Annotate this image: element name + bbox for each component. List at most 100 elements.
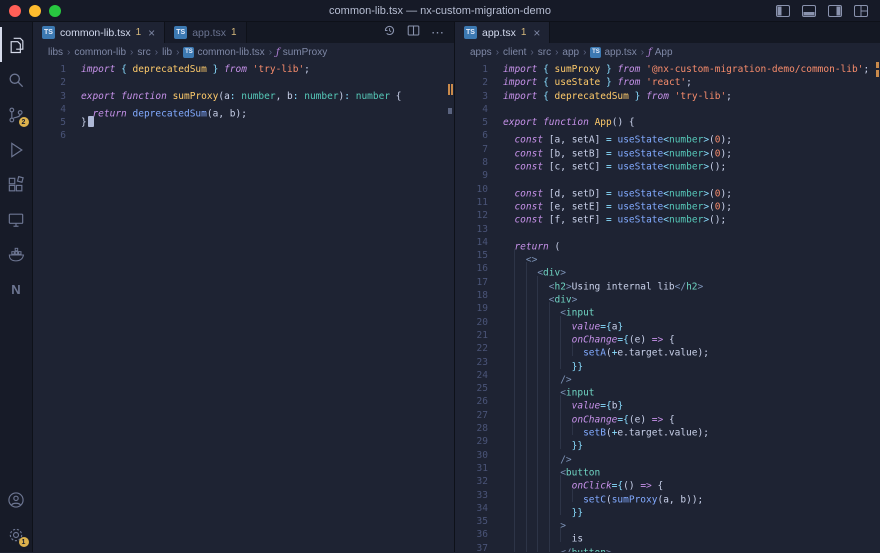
close-icon[interactable]: ×: [148, 27, 155, 39]
code-line: 16<div>: [455, 262, 880, 275]
accounts-icon[interactable]: [0, 482, 33, 517]
indent-guide: [549, 475, 560, 488]
code-line: 5export function App() {: [455, 116, 880, 129]
indent-guide: [514, 249, 525, 262]
code-line: 26value={b}: [455, 395, 880, 408]
indent-guide: [514, 382, 525, 395]
source-control-icon[interactable]: 2: [0, 97, 33, 132]
breadcrumb-item-common-lib.tsx[interactable]: TScommon-lib.tsx: [183, 47, 264, 58]
indent-guide: [503, 475, 514, 488]
breadcrumb-label: libs: [48, 47, 63, 58]
nx-console-icon[interactable]: N: [0, 272, 33, 307]
indent-guide: [503, 249, 514, 262]
indent-guide: [549, 302, 560, 315]
search-icon[interactable]: [0, 62, 33, 97]
close-window-button[interactable]: [9, 5, 21, 17]
text-cursor: [88, 116, 94, 127]
line-number: 3: [33, 90, 81, 103]
code-line: 20value={a}: [455, 316, 880, 329]
minimize-window-button[interactable]: [29, 5, 41, 17]
toggle-secondary-sidebar-icon[interactable]: [828, 5, 842, 17]
activity-bar: 2 N: [0, 22, 33, 552]
breadcrumb-item-lib[interactable]: lib: [162, 47, 172, 58]
indent-guide: [560, 475, 571, 488]
breadcrumb-item-App[interactable]: ƒApp: [648, 47, 673, 58]
indent-guide: [537, 475, 548, 488]
indent-guide: [514, 289, 525, 302]
code-editor[interactable]: 1import { deprecatedSum } from 'try-lib'…: [33, 61, 454, 552]
breadcrumb-label: lib: [162, 47, 172, 58]
indent-guide: [503, 143, 514, 156]
indent-guide: [549, 462, 560, 475]
indent-guide: [514, 329, 525, 342]
tab-app.tsx[interactable]: TSapp.tsx1×: [455, 22, 550, 43]
breadcrumb-item-app.tsx[interactable]: TSapp.tsx: [590, 47, 636, 58]
remote-explorer-icon[interactable]: [0, 202, 33, 237]
indent-guide: [514, 262, 525, 275]
explorer-icon[interactable]: [0, 27, 33, 62]
tab-app.tsx[interactable]: TSapp.tsx1: [165, 22, 246, 43]
indent-guide: [514, 542, 525, 552]
split-editor-icon[interactable]: [407, 24, 420, 42]
settings-badge: 1: [19, 537, 29, 547]
breadcrumb-item-libs[interactable]: libs: [48, 47, 63, 58]
line-number: 1: [33, 63, 81, 76]
extensions-icon[interactable]: [0, 167, 33, 202]
typescript-file-icon: TS: [590, 47, 601, 58]
breadcrumb-item-apps[interactable]: apps: [470, 47, 492, 58]
indent-guide: [537, 528, 548, 541]
line-number: 13: [455, 223, 503, 236]
indent-guide: [537, 462, 548, 475]
indent-guide: [503, 502, 514, 515]
indent-guide: [549, 342, 560, 355]
breadcrumb-item-client[interactable]: client: [503, 47, 526, 58]
breadcrumb-item-common-lib[interactable]: common-lib: [74, 47, 126, 58]
close-icon[interactable]: ×: [533, 27, 540, 39]
indent-guide: [514, 489, 525, 502]
line-number: 14: [455, 236, 503, 249]
code-line: 24/>: [455, 369, 880, 382]
toggle-panel-icon[interactable]: [802, 5, 816, 17]
code-line: 2import { useState } from 'react';: [455, 76, 880, 89]
line-number: 36: [455, 528, 503, 541]
code-line: 3import { deprecatedSum } from 'try-lib'…: [455, 90, 880, 103]
zoom-window-button[interactable]: [49, 5, 61, 17]
breadcrumb: apps›client›src›app›TSapp.tsx›ƒApp: [455, 43, 880, 61]
indent-guide: [560, 422, 571, 435]
indent-guide: [526, 382, 537, 395]
code-line: 4return deprecatedSum(a, b);: [33, 103, 454, 116]
code-editor[interactable]: 1import { sumProxy } from '@nx-custom-mi…: [455, 61, 880, 552]
breadcrumb-item-app[interactable]: app: [562, 47, 579, 58]
breadcrumb-separator: ›: [641, 47, 644, 58]
function-symbol-icon: ƒ: [276, 47, 280, 58]
run-debug-icon[interactable]: [0, 132, 33, 167]
breadcrumb-item-src[interactable]: src: [137, 47, 150, 58]
more-actions-icon[interactable]: ⋯: [431, 26, 445, 39]
code-line: 4: [455, 103, 880, 116]
line-number: 25: [455, 382, 503, 395]
indent-guide: [526, 515, 537, 528]
line-number: 4: [455, 103, 503, 116]
code-line: 8const [c, setC] = useState<number>();: [455, 156, 880, 169]
indent-guide: [526, 302, 537, 315]
toggle-primary-sidebar-icon[interactable]: [776, 5, 790, 17]
indent-guide: [549, 356, 560, 369]
history-icon[interactable]: [383, 24, 396, 42]
breadcrumb-item-sumProxy[interactable]: ƒsumProxy: [276, 47, 327, 58]
tab-common-lib.tsx[interactable]: TScommon-lib.tsx1×: [33, 22, 165, 43]
breadcrumb-item-src[interactable]: src: [538, 47, 551, 58]
line-number: 18: [455, 289, 503, 302]
breadcrumb-separator: ›: [269, 47, 272, 58]
line-number: 19: [455, 302, 503, 315]
docker-icon[interactable]: [0, 237, 33, 272]
warning-marker: [876, 70, 879, 77]
indent-guide: [537, 329, 548, 342]
code-line: 36is: [455, 528, 880, 541]
line-number: 34: [455, 502, 503, 515]
code-line-content: }}: [503, 502, 583, 515]
indent-guide: [526, 422, 537, 435]
indent-guide: [537, 435, 548, 448]
code-line-content: <div>: [503, 262, 566, 275]
customize-layout-icon[interactable]: [854, 5, 868, 17]
settings-gear-icon[interactable]: 1: [0, 517, 33, 552]
